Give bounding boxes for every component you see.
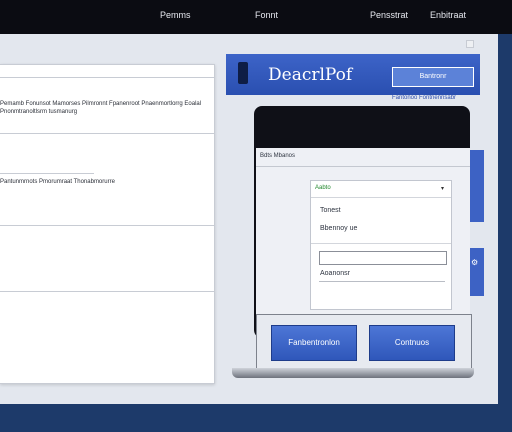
divider [0, 225, 214, 226]
divider [311, 197, 451, 198]
menu-item-4[interactable]: Enbitraat [430, 10, 466, 20]
side-tab-upper[interactable] [470, 150, 484, 222]
dialog-label-3: Aoanonsr [320, 270, 350, 277]
menu-item-2[interactable]: Fonnt [255, 10, 278, 20]
divider [311, 243, 451, 244]
secondary-button[interactable]: Fanbentronlon [271, 325, 357, 361]
panel-text-line-2: Pnonmtranoltlsrm tusmanurg [0, 109, 78, 115]
app-banner: DeacrlPof Bantronr [226, 54, 480, 95]
chevron-down-icon[interactable]: ▾ [441, 185, 444, 192]
panel-text-line-3: Pantunmrnots Pmorumraat Thonabmorurre [0, 179, 115, 185]
settings-dialog: Aabto ▾ Tonest Bbennoy ue Aoanonsr [310, 180, 452, 310]
device-lower-panel: Fanbentronlon Contnuos [256, 314, 472, 372]
menu-item-1[interactable]: Pemms [160, 10, 191, 20]
continue-button[interactable]: Contnuos [369, 325, 455, 361]
divider [0, 291, 214, 292]
dialog-label-2: Bbennoy ue [320, 225, 358, 232]
divider [0, 133, 214, 134]
document-panel: Pemamb Fonunsot Mamorses Pilmronnt Fpane… [0, 64, 215, 384]
divider [0, 77, 214, 78]
divider [319, 281, 445, 282]
gear-icon[interactable]: ⚙ [471, 258, 478, 267]
top-menu-bar: Pemms Fonnt Pensstrat Enbitraat [0, 0, 512, 34]
menu-item-3[interactable]: Pensstrat [370, 10, 408, 20]
banner-sub-link[interactable]: Fantonoo Fontnennsabr [392, 95, 456, 101]
banner-title: DeacrlPof [268, 65, 353, 85]
text-field[interactable] [319, 251, 447, 265]
side-tab-lower[interactable] [470, 248, 484, 296]
app-logo-icon [238, 62, 248, 84]
divider [0, 173, 94, 174]
dropdown-value[interactable]: Aabto [315, 185, 331, 191]
screen-heading: Bdts Mbanos [260, 153, 296, 159]
device-base [232, 368, 474, 378]
divider [256, 166, 470, 167]
dialog-label-1: Tonest [320, 207, 341, 214]
window-control[interactable] [466, 40, 474, 48]
panel-text-line-1: Pemamb Fonunsot Mamorses Pilmronnt Fpane… [0, 101, 202, 107]
banner-button[interactable]: Bantronr [392, 67, 474, 87]
